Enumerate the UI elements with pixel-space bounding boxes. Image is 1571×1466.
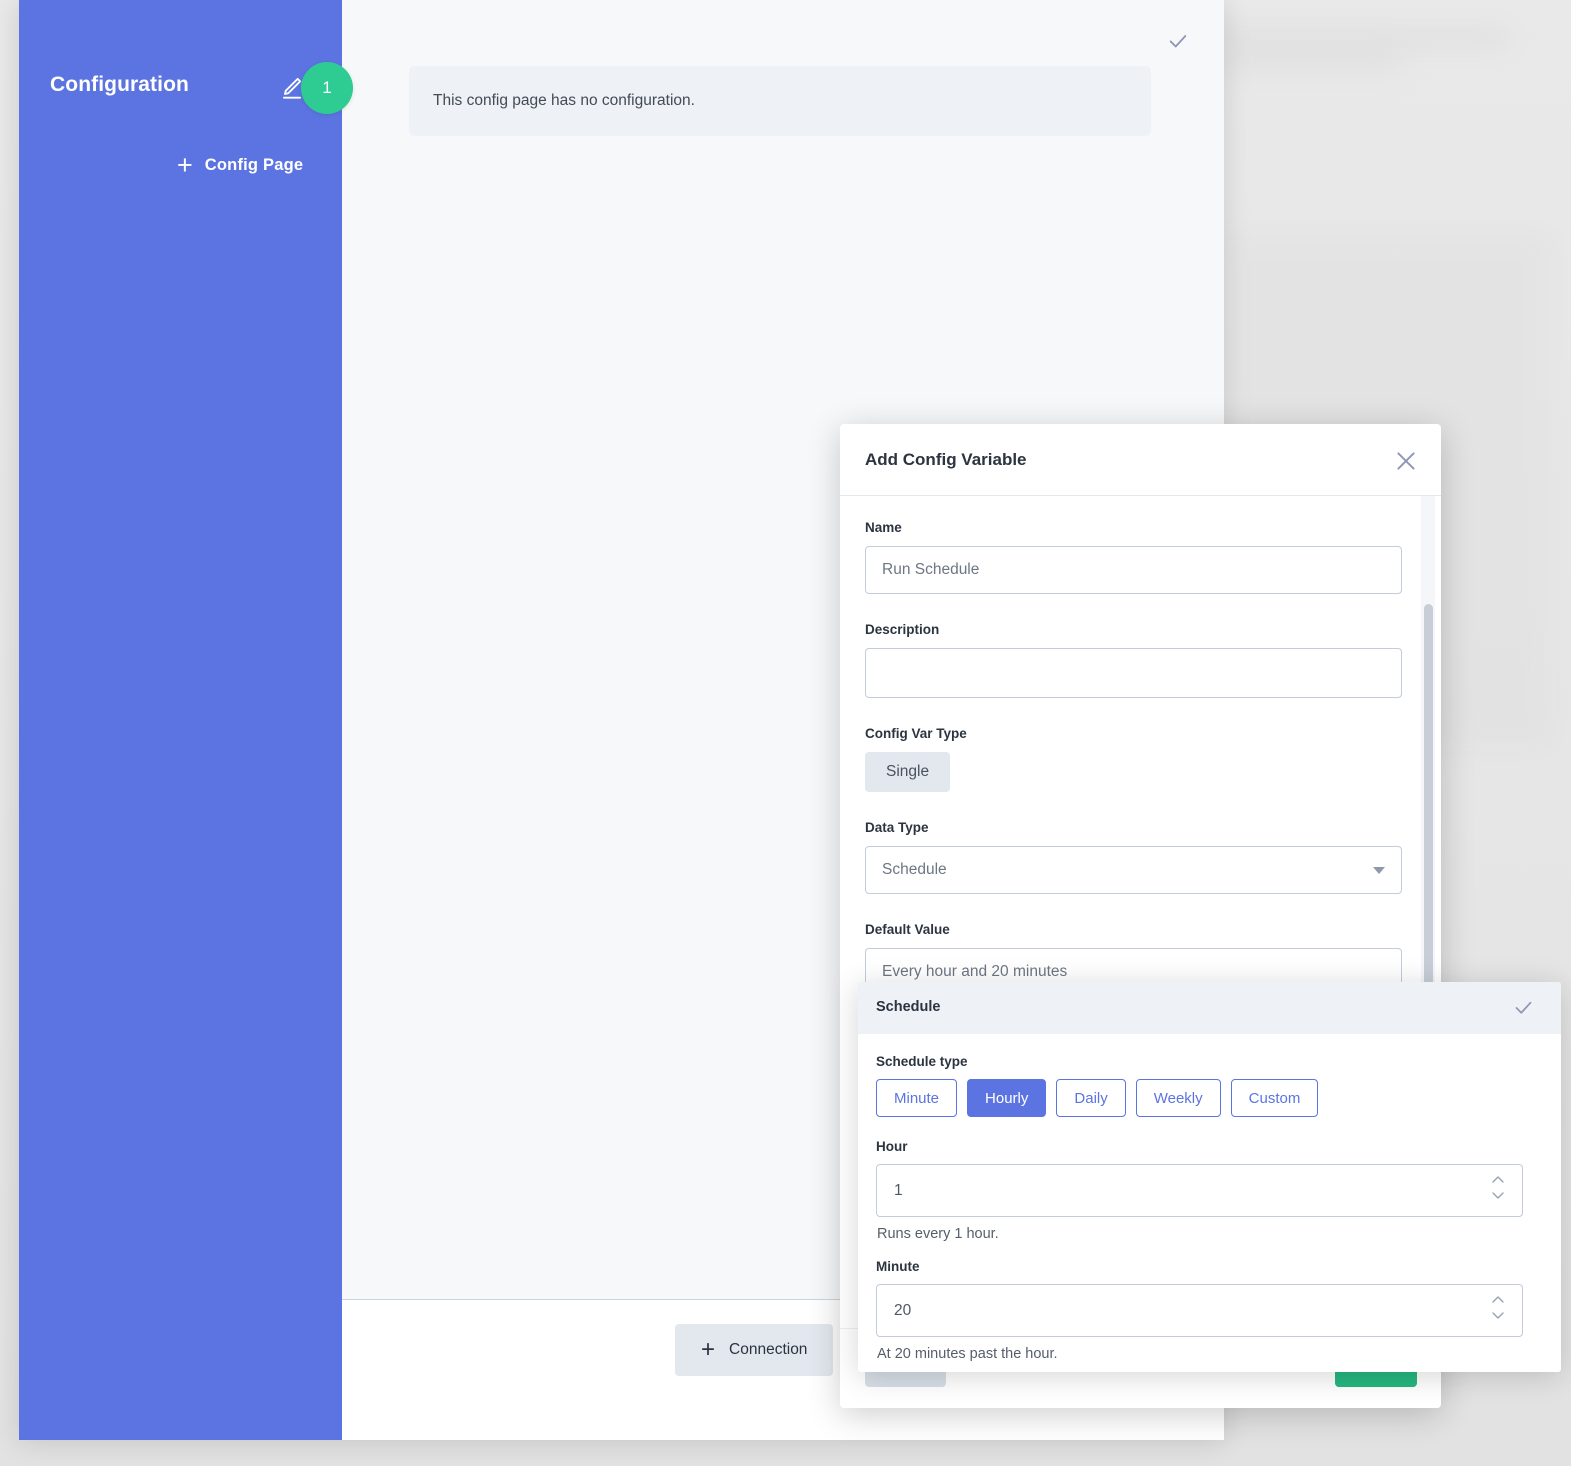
plus-icon: +	[701, 1336, 716, 1363]
minute-label: Minute	[876, 1259, 920, 1274]
chevron-up-icon	[1492, 1176, 1504, 1183]
schedule-type-button-group: Minute Hourly Daily Weekly Custom	[876, 1079, 1542, 1117]
schedule-type-hourly[interactable]: Hourly	[967, 1079, 1047, 1117]
data-type-selected-value: Schedule	[882, 861, 947, 878]
close-icon[interactable]	[1393, 448, 1419, 474]
config-var-type-single-chip[interactable]: Single	[865, 752, 951, 792]
modal-scrollbar-thumb[interactable]	[1424, 604, 1433, 1024]
hour-hint: Runs every 1 hour.	[877, 1226, 999, 1242]
check-icon[interactable]	[1167, 30, 1189, 52]
add-connection-button[interactable]: + Connection	[675, 1324, 834, 1376]
chevron-down-icon	[1373, 866, 1385, 874]
minute-value: 20	[894, 1301, 912, 1319]
schedule-popover: Schedule Schedule type Minute Hourly Dai…	[858, 982, 1561, 1372]
schedule-popover-title: Schedule	[876, 999, 941, 1015]
background-text-smudge	[1215, 28, 1510, 47]
chevron-down-icon	[1492, 1192, 1504, 1199]
name-label: Name	[865, 520, 902, 535]
default-value-label: Default Value	[865, 922, 950, 937]
schedule-popover-body: Schedule type Minute Hourly Daily Weekly…	[858, 1034, 1561, 1362]
description-input[interactable]	[865, 648, 1402, 698]
description-label: Description	[865, 622, 940, 637]
empty-config-message: This config page has no configuration.	[433, 92, 695, 109]
empty-config-banner: This config page has no configuration.	[409, 66, 1151, 136]
hour-spinner[interactable]	[1491, 1174, 1505, 1201]
data-type-select[interactable]: Schedule	[865, 846, 1402, 894]
add-connection-label: Connection	[729, 1341, 808, 1358]
name-field-block: Name Run Schedule	[865, 520, 1414, 594]
modal-header: Add Config Variable	[840, 424, 1441, 496]
chevron-up-icon	[1492, 1296, 1504, 1303]
data-type-block: Data Type Schedule	[865, 820, 1414, 894]
schedule-type-minute[interactable]: Minute	[876, 1079, 958, 1117]
hour-stepper[interactable]: 1	[876, 1164, 1523, 1217]
page-title: Configuration	[50, 73, 189, 96]
schedule-type-weekly[interactable]: Weekly	[1135, 1079, 1221, 1117]
schedule-popover-header: Schedule	[858, 982, 1561, 1034]
add-config-page-button[interactable]: + Config Page	[169, 148, 311, 183]
minute-spinner[interactable]	[1491, 1294, 1505, 1321]
schedule-type-daily[interactable]: Daily	[1056, 1079, 1126, 1117]
chevron-down-icon	[1492, 1312, 1504, 1319]
minute-hint: At 20 minutes past the hour.	[877, 1346, 1058, 1362]
modal-title: Add Config Variable	[865, 450, 1027, 469]
hour-label: Hour	[876, 1139, 908, 1154]
schedule-type-label: Schedule type	[876, 1054, 968, 1069]
minute-stepper[interactable]: 20	[876, 1284, 1523, 1337]
status-badge: 1	[301, 62, 353, 114]
check-icon[interactable]	[1513, 997, 1534, 1018]
data-type-label: Data Type	[865, 820, 929, 835]
config-var-type-block: Config Var Type Single	[865, 726, 1414, 792]
config-var-type-label: Config Var Type	[865, 726, 967, 741]
plus-icon: +	[177, 150, 193, 180]
add-config-page-label: Config Page	[204, 156, 304, 174]
description-field-block: Description	[865, 622, 1414, 698]
schedule-type-custom[interactable]: Custom	[1230, 1079, 1319, 1117]
hour-value: 1	[894, 1181, 903, 1199]
background-text-smudge	[1215, 52, 1405, 69]
name-input[interactable]: Run Schedule	[865, 546, 1402, 594]
configuration-sidebar: Configuration + Config Page	[19, 0, 342, 1440]
